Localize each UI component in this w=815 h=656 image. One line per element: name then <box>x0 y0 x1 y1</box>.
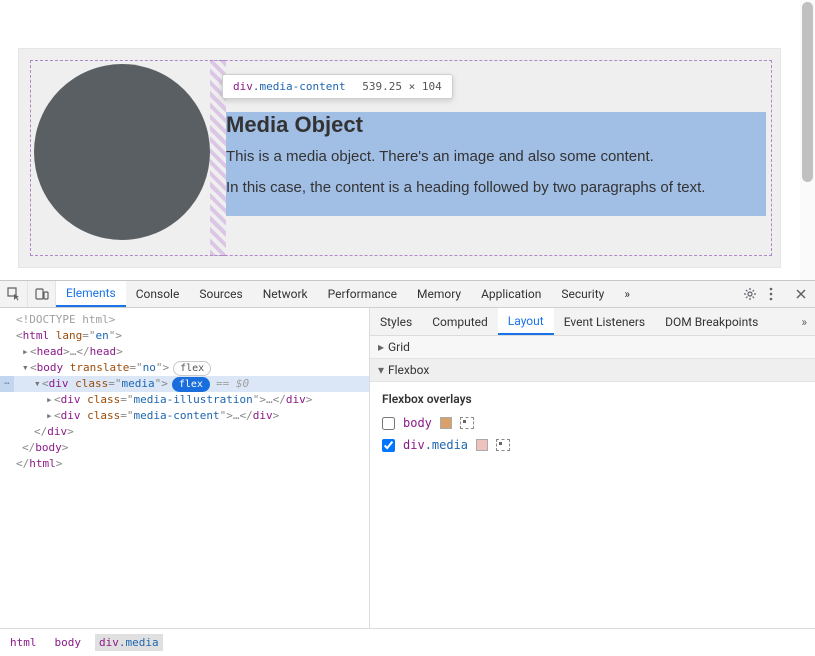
chevron-down-icon: ▾ <box>378 363 388 377</box>
tab-performance[interactable]: Performance <box>318 281 407 307</box>
kebab-menu-icon[interactable] <box>769 287 785 301</box>
dom-tree-panel[interactable]: <!DOCTYPE html> <html lang="en"> ▸<head>… <box>0 308 370 628</box>
overlay-checkbox-body[interactable] <box>382 417 395 430</box>
subtab-styles[interactable]: Styles <box>370 308 422 335</box>
media-content: Media Object This is a media object. The… <box>226 112 766 216</box>
tab-memory[interactable]: Memory <box>407 281 471 307</box>
close-devtools-icon[interactable] <box>795 288 811 300</box>
devtools-panel-tabs: Elements Console Sources Network Perform… <box>56 281 739 307</box>
dom-html-close[interactable]: </html> <box>0 456 369 472</box>
styles-sidebar: Styles Computed Layout Event Listeners D… <box>370 308 815 628</box>
inspect-element-icon[interactable] <box>0 281 28 307</box>
settings-icon[interactable] <box>743 287 759 301</box>
tooltip-tagname: div <box>233 80 253 93</box>
dom-div-media[interactable]: ⋯▾<div class="media">flex== $0 <box>0 376 369 392</box>
flexbox-overlays-title: Flexbox overlays <box>382 392 803 406</box>
overlay-selector-media[interactable]: div.media <box>403 438 468 452</box>
subtab-more[interactable]: » <box>793 308 815 335</box>
dom-div-media-illustration[interactable]: ▸<div class="media-illustration">…</div> <box>0 392 369 408</box>
breadcrumb-html[interactable]: html <box>6 634 41 651</box>
media-paragraph-2: In this case, the content is a heading f… <box>226 179 766 196</box>
overlay-highlight-icon[interactable] <box>460 417 474 429</box>
dom-breadcrumb: html body div.media <box>0 628 815 655</box>
breadcrumb-body[interactable]: body <box>51 634 86 651</box>
subtab-computed[interactable]: Computed <box>422 308 498 335</box>
tab-network[interactable]: Network <box>253 281 318 307</box>
flexbox-overlay-row-media: div.media <box>382 438 803 452</box>
overlay-selector-body[interactable]: body <box>403 416 432 430</box>
media-illustration-circle <box>34 64 210 240</box>
tab-more[interactable]: » <box>614 281 640 307</box>
devtools-body: <!DOCTYPE html> <html lang="en"> ▸<head>… <box>0 308 815 628</box>
tab-security[interactable]: Security <box>551 281 614 307</box>
dom-html-open[interactable]: <html lang="en"> <box>0 328 369 344</box>
breadcrumb-div-media[interactable]: div.media <box>95 634 163 651</box>
flexbox-overlay-row-body: body <box>382 416 803 430</box>
preview-scrollbar[interactable] <box>800 0 815 280</box>
devtools-toolbar-right <box>739 281 815 307</box>
tab-elements[interactable]: Elements <box>56 281 126 307</box>
media-heading: Media Object <box>226 112 766 138</box>
dom-body-close[interactable]: </body> <box>0 440 369 456</box>
overlay-highlight-icon[interactable] <box>496 439 510 451</box>
dom-div-media-close[interactable]: </div> <box>0 424 369 440</box>
subtab-event-listeners[interactable]: Event Listeners <box>554 308 655 335</box>
flex-badge-media[interactable]: flex <box>172 377 210 392</box>
dom-doctype[interactable]: <!DOCTYPE html> <box>0 312 369 328</box>
dom-div-media-content[interactable]: ▸<div class="media-content">…</div> <box>0 408 369 424</box>
tooltip-dimensions: 539.25 × 104 <box>362 80 441 93</box>
tab-sources[interactable]: Sources <box>189 281 252 307</box>
layout-section-flexbox[interactable]: ▾ Flexbox <box>370 359 815 382</box>
page-preview: Media Object This is a media object. The… <box>0 0 815 281</box>
chevron-right-icon: ▸ <box>378 340 388 354</box>
subtab-layout[interactable]: Layout <box>498 308 554 335</box>
flex-badge-body[interactable]: flex <box>173 361 211 376</box>
overlay-color-swatch-media[interactable] <box>476 439 488 451</box>
media-paragraph-1: This is a media object. There's an image… <box>226 148 766 165</box>
scrollbar-thumb[interactable] <box>802 2 813 182</box>
devtools-main-toolbar: Elements Console Sources Network Perform… <box>0 281 815 308</box>
layout-section-grid[interactable]: ▸ Grid <box>370 336 815 359</box>
overlay-checkbox-media[interactable] <box>382 439 395 452</box>
overlay-color-swatch-body[interactable] <box>440 417 452 429</box>
flexbox-overlays-panel: Flexbox overlays body div.media <box>370 382 815 470</box>
tooltip-classname: .media-content <box>253 80 346 93</box>
subtab-dom-breakpoints[interactable]: DOM Breakpoints <box>655 308 768 335</box>
dom-head[interactable]: ▸<head>…</head> <box>0 344 369 360</box>
tab-console[interactable]: Console <box>126 281 190 307</box>
dom-body-open[interactable]: ▾<body translate="no">flex <box>0 360 369 376</box>
dom-gutter-ellipsis[interactable]: ⋯ <box>0 376 14 392</box>
dom-eq0: == $0 <box>216 377 249 390</box>
inspect-tooltip: div.media-content 539.25 × 104 <box>222 74 453 99</box>
layout-flexbox-label: Flexbox <box>388 363 429 377</box>
layout-grid-label: Grid <box>388 340 410 354</box>
tab-application[interactable]: Application <box>471 281 551 307</box>
device-toolbar-icon[interactable] <box>28 281 56 307</box>
sidebar-subtabs: Styles Computed Layout Event Listeners D… <box>370 308 815 336</box>
